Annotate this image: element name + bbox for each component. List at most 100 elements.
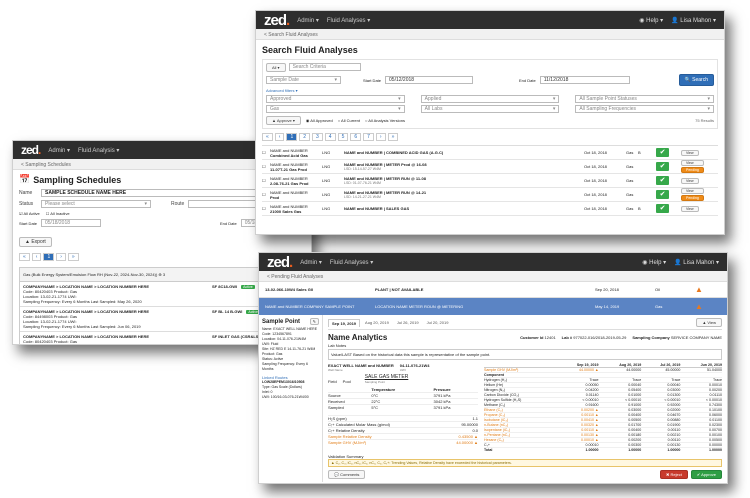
row-checkbox[interactable]: ☐ (262, 206, 270, 211)
page-link[interactable]: 6 (350, 133, 362, 141)
sampling-company-label: Sampling Company (632, 335, 670, 340)
page-link[interactable]: 4 (324, 133, 336, 141)
page-link[interactable]: 1 (286, 133, 298, 141)
result-row[interactable]: ☐ NAME and NUMBER 11-07T-21 Gas Prod LNG NAM… (262, 160, 718, 174)
user-menu[interactable]: 👤 Lisa Mahon ▾ (674, 259, 719, 266)
export-button[interactable]: ▲ Export (19, 237, 52, 247)
approve-dropdown-button[interactable]: ▲ Approve ▾ (266, 116, 301, 125)
page-link[interactable]: ‹ (274, 133, 285, 141)
breadcrumb[interactable]: < Pending Fluid Analyses (259, 271, 727, 282)
date-type-select[interactable]: Sample Date ▾ (266, 76, 341, 84)
edit-icon[interactable]: ✎ (309, 318, 319, 325)
lab-notes-box[interactable]: Value/LAST Based on the historical data … (328, 349, 722, 360)
group-header[interactable]: Gas (Bulk Energy System/Emulsion Flow RH… (23, 272, 165, 277)
status-select[interactable]: Please select ▾ (41, 200, 151, 208)
date-tab[interactable]: Jul 20, 2019 (424, 319, 452, 327)
approved-check-icon: ✔ (656, 162, 669, 171)
nav-fluid-analysis[interactable]: Fluid Analysis ▾ (78, 147, 119, 154)
page-link[interactable]: » (387, 133, 399, 141)
end-date-input[interactable]: 11/12/2018 (539, 76, 630, 84)
page-link[interactable]: ‹ (31, 253, 42, 261)
result-row[interactable]: ☐ NAME and NUMBER 2-08-76-21 Gas Prod LNG NA… (262, 174, 718, 188)
zed-logo: zed. (264, 11, 290, 29)
analytics-title: Name Analytics (328, 333, 388, 342)
reject-button[interactable]: ✖ Reject (660, 470, 688, 479)
chevron-down-icon: ▾ (334, 77, 337, 83)
pending-button[interactable]: Pending (681, 195, 704, 201)
page-link[interactable]: 2 (299, 133, 311, 141)
date-tab[interactable]: Jul 26, 2019 (394, 319, 422, 327)
date-tab[interactable]: Sep 19, 2019 (328, 318, 361, 327)
lab-filter[interactable]: All Labs ▾ (420, 105, 560, 113)
page-link[interactable]: 7 (363, 133, 374, 141)
result-row[interactable]: ☐ NAME and NUMBER 21000 Sales Gas LNG NAME a… (262, 202, 718, 216)
frequency-filter[interactable]: All Sampling Frequencies ▾ (575, 105, 715, 113)
breadcrumb[interactable]: < Search Fluid Analyses (256, 29, 724, 40)
row-checkbox[interactable]: ☐ (262, 150, 270, 155)
name-label: Name (19, 190, 33, 196)
sample-point-status-filter[interactable]: All Sample Point Statuses ▾ (575, 95, 715, 103)
applied-filter[interactable]: Applied ▾ (420, 95, 560, 103)
pending-row-1[interactable]: 13-02-066-10W4 Sales Gll PLANT | NOT AVA… (259, 282, 727, 298)
page-link[interactable]: 5 (337, 133, 349, 141)
pending-row-2[interactable]: NAME and NUMBER COMPANY SAMPLE POINT LOC… (259, 298, 727, 315)
nav-admin[interactable]: Admin ▾ (48, 147, 70, 154)
nav-fluid-analyses[interactable]: Fluid Analyses ▾ (327, 17, 370, 24)
nav-admin[interactable]: Admin ▾ (297, 17, 319, 24)
search-button[interactable]: 🔍 Search (678, 74, 714, 86)
end-date-label: End Date (220, 220, 237, 226)
approval-filter[interactable]: Approved ▾ (266, 95, 405, 103)
page-link[interactable]: « (262, 133, 273, 141)
chevron-down-icon: ▾ (552, 96, 556, 102)
start-date-input[interactable]: 05/18/2018 (41, 219, 101, 227)
advanced-filters-toggle[interactable]: Advanced filters ▾ (266, 88, 714, 93)
page-link[interactable]: 1 (43, 253, 55, 261)
radio-all-versions[interactable]: ○ All Analysis Versions (365, 118, 405, 123)
start-date-input[interactable]: 05/12/2018 (385, 76, 474, 84)
view-button[interactable]: View (681, 188, 704, 194)
page-link[interactable]: 3 (312, 133, 323, 141)
page-link[interactable]: › (56, 253, 66, 261)
product-filter[interactable]: Gas ▾ (266, 105, 405, 113)
row-checkbox[interactable]: ☐ (262, 164, 270, 169)
row-checkbox[interactable]: ☐ (262, 192, 270, 197)
view-button[interactable]: View (681, 177, 699, 184)
all-active-checkbox[interactable]: ☑ All Active (19, 211, 40, 216)
page-title: Search Fluid Analyses (262, 45, 358, 55)
pending-button[interactable]: Pending (681, 167, 704, 173)
comments-button[interactable]: 💬 Comments (328, 470, 366, 479)
row-date: Oct 18, 2018 (584, 164, 607, 169)
approved-check-icon: ✔ (656, 190, 669, 199)
date-tab[interactable]: Aug 20, 2019 (362, 319, 392, 327)
nav-admin[interactable]: Admin ▾ (300, 259, 322, 266)
row-checkbox[interactable]: ☐ (262, 178, 270, 183)
page-link[interactable]: › (375, 133, 386, 141)
result-row[interactable]: ☐ NAME and NUMBER Combined Acid Gas LNG NAME… (262, 146, 718, 160)
search-criteria-input[interactable]: Search Criteria (288, 63, 361, 71)
radio-all-current[interactable]: ○ All Current (338, 118, 360, 123)
view-button[interactable]: View (681, 205, 699, 212)
row-type: Gas (626, 192, 634, 197)
collage: zed. Admin ▾ Fluid Analysis ▾ < Sampling… (0, 0, 750, 498)
view-button[interactable]: View (681, 149, 699, 156)
row-date: Oct 18, 2018 (584, 192, 607, 197)
view-button[interactable]: ▲ View (696, 318, 722, 327)
row-actions: View (681, 205, 699, 212)
approve-button[interactable]: ✔ Approve (690, 470, 722, 479)
view-button[interactable]: View (681, 160, 704, 166)
all-inactive-checkbox[interactable]: ☐ All Inactive (46, 211, 70, 216)
user-menu[interactable]: 👤 Lisa Mahon ▾ (671, 17, 716, 24)
help-menu[interactable]: ◉ Help ▾ (642, 259, 666, 266)
chevron-down-icon: ▾ (707, 106, 711, 112)
heating-value-table: H₂S (ppm) 1.1 C₇+ Calculated Molar Mass (g… (328, 415, 478, 445)
lab-number: Lab # 977022-016/2018-2019-05-29 (562, 335, 627, 340)
nav-fluid-analyses[interactable]: Fluid Analyses ▾ (330, 259, 373, 266)
all-filter-button[interactable]: All ▾ (266, 63, 286, 72)
page-link[interactable]: « (19, 253, 30, 261)
help-menu[interactable]: ◉ Help ▾ (639, 17, 663, 24)
result-row[interactable]: ☐ NAME and NUMBER Prod LNG NAME and NUMBER |… (262, 188, 718, 202)
lab-number-value: 977022-016/2018-2019-05-29 (573, 335, 627, 340)
radio-all-approved[interactable]: ◉ All Approved (306, 118, 333, 123)
customer-id-value: 12401 (544, 335, 556, 340)
page-link[interactable]: » (67, 253, 79, 261)
